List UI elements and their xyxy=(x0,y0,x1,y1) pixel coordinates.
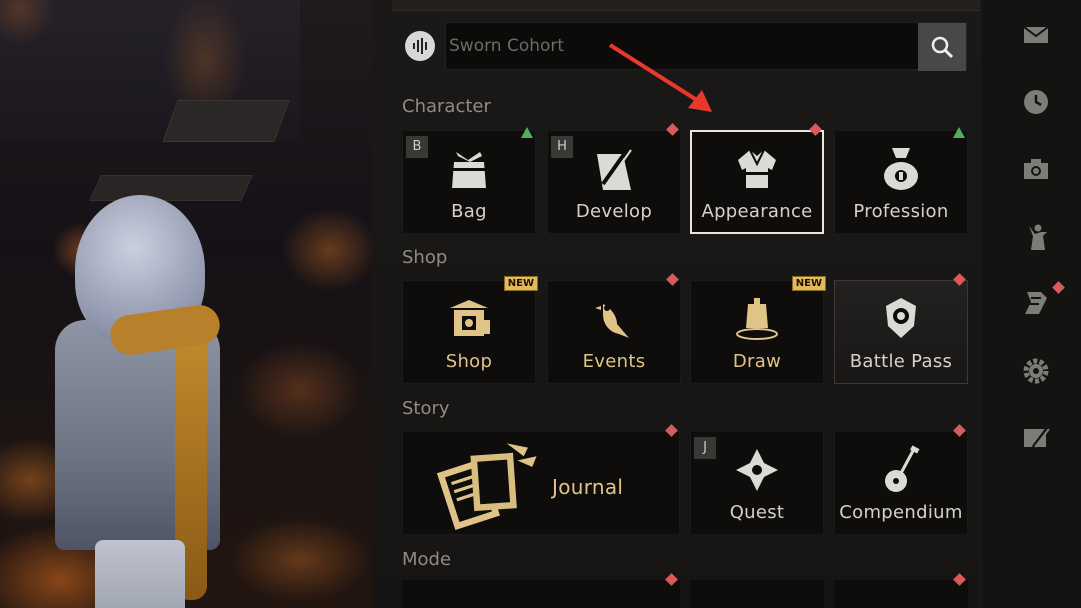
notification-dot xyxy=(1052,281,1065,294)
game-scene xyxy=(0,0,372,608)
new-badge: NEW xyxy=(503,276,538,291)
money-bag-icon xyxy=(884,148,918,190)
notification-dot xyxy=(809,123,822,136)
notification-dot xyxy=(953,424,966,437)
annotation-arrow xyxy=(608,43,712,112)
upgrade-indicator xyxy=(521,127,533,138)
quest-flower-icon xyxy=(736,449,778,491)
hotkey-badge: B xyxy=(406,136,428,158)
right-sidebar xyxy=(980,0,1081,608)
voice-chat-button[interactable] xyxy=(405,31,435,61)
notification-dot xyxy=(666,273,679,286)
character-legs xyxy=(95,540,185,608)
voice-icon xyxy=(413,38,427,54)
tile-develop[interactable]: H Develop xyxy=(547,123,681,234)
tile-mode-2[interactable] xyxy=(690,580,824,608)
gear-icon xyxy=(1023,358,1049,384)
camera-button[interactable] xyxy=(1021,154,1051,184)
mail-button[interactable] xyxy=(1021,20,1051,50)
edit-card-button[interactable] xyxy=(1021,423,1051,453)
notification-dot xyxy=(953,273,966,286)
tile-journal[interactable]: Journal xyxy=(402,424,680,535)
shop-building-icon xyxy=(450,300,490,336)
tile-bag[interactable]: B Bag xyxy=(402,127,536,234)
tile-mode-1[interactable] xyxy=(402,573,680,608)
tile-label: Journal xyxy=(552,475,624,499)
search-placeholder: Sworn Cohort xyxy=(449,36,565,56)
tile-label: Appearance xyxy=(701,201,813,222)
section-mode-label: Mode xyxy=(402,549,452,570)
notification-dot xyxy=(665,573,678,586)
hotkey-badge: H xyxy=(551,136,573,158)
upgrade-indicator xyxy=(953,127,965,138)
tile-label: Events xyxy=(582,351,646,372)
develop-icon xyxy=(597,148,632,190)
tile-profession[interactable]: Profession xyxy=(834,127,968,234)
scene-bench xyxy=(162,100,290,142)
scrolls-icon xyxy=(436,443,537,531)
section-character-label: Character xyxy=(402,96,491,117)
robe-icon xyxy=(738,149,776,188)
tile-label: Shop xyxy=(445,351,493,372)
edit-card-icon xyxy=(1024,426,1050,448)
tile-label: Profession xyxy=(853,201,949,222)
tile-shop[interactable]: NEW Shop xyxy=(402,276,538,384)
hotkey-badge: J xyxy=(694,437,716,459)
tile-battle-pass[interactable]: Battle Pass xyxy=(834,273,968,384)
tile-appearance[interactable]: Appearance xyxy=(690,123,824,234)
notification-dot xyxy=(665,424,678,437)
new-badge: NEW xyxy=(791,276,826,291)
notification-dot xyxy=(666,123,679,136)
clock-icon xyxy=(1024,90,1048,114)
tile-mode-3[interactable] xyxy=(834,573,968,608)
scene-step xyxy=(88,175,254,201)
bird-icon xyxy=(595,304,629,338)
gesture-icon xyxy=(1029,224,1047,250)
bag-icon xyxy=(452,152,486,188)
gesture-button[interactable] xyxy=(1021,222,1051,252)
tile-draw[interactable]: NEW Draw xyxy=(690,276,826,384)
search-button[interactable] xyxy=(918,23,966,71)
camera-icon xyxy=(1024,159,1048,179)
section-story-label: Story xyxy=(402,398,450,419)
tile-quest[interactable]: J Quest xyxy=(690,431,824,535)
tile-compendium[interactable]: Compendium xyxy=(834,424,968,535)
settings-button[interactable] xyxy=(1021,356,1051,386)
tile-label: Compendium xyxy=(839,502,963,523)
tile-label: Draw xyxy=(732,351,782,372)
notification-dot xyxy=(953,573,966,586)
tile-events[interactable]: Events xyxy=(547,273,681,384)
tile-label: Battle Pass xyxy=(849,351,953,372)
tile-label: Bag xyxy=(451,201,487,222)
bell-icon xyxy=(736,298,778,340)
search-icon xyxy=(931,36,954,59)
scroll-button[interactable] xyxy=(1021,288,1051,318)
clock-button[interactable] xyxy=(1021,87,1051,117)
scroll-icon xyxy=(1025,292,1047,314)
tile-label: Develop xyxy=(575,201,653,222)
panel-top-edge xyxy=(392,0,980,11)
lute-icon xyxy=(885,445,920,492)
section-shop-label: Shop xyxy=(402,247,448,268)
shield-badge-icon xyxy=(886,298,916,338)
tile-label: Quest xyxy=(729,502,785,523)
mail-icon xyxy=(1023,26,1049,43)
